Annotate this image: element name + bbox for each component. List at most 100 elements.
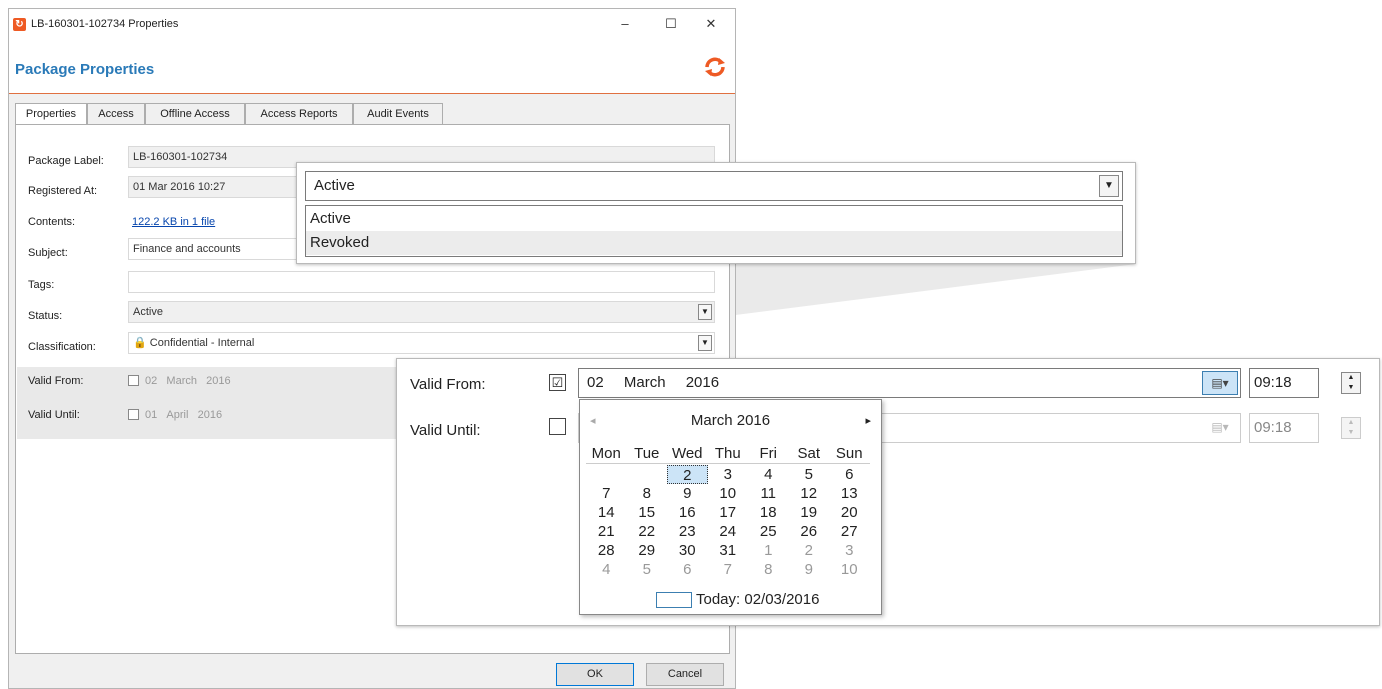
- calendar-day[interactable]: 30: [667, 541, 708, 560]
- classification-value: Confidential - Internal: [149, 337, 255, 349]
- tab-offline-access[interactable]: Offline Access: [145, 103, 245, 124]
- today-marker-icon: [656, 592, 692, 609]
- valid-from-checkbox-zoomed[interactable]: ☑: [549, 374, 566, 391]
- from-time-spinner[interactable]: ▲ ▼: [1341, 372, 1361, 394]
- calendar-day[interactable]: 4: [586, 560, 627, 579]
- calendar-week-row: 28 29 30 31 1 2 3: [586, 541, 870, 560]
- calendar-day[interactable]: 7: [586, 484, 627, 503]
- package-icon: ↻: [13, 18, 26, 31]
- chevron-down-icon[interactable]: ▼: [1099, 175, 1119, 197]
- calendar-day[interactable]: 23: [667, 522, 708, 541]
- calendar-day[interactable]: 26: [789, 522, 830, 541]
- maximize-button[interactable]: ☐: [657, 13, 685, 35]
- calendar-day[interactable]: 3: [708, 465, 749, 484]
- calendar-day[interactable]: 19: [789, 503, 830, 522]
- tab-properties[interactable]: Properties: [15, 103, 87, 126]
- valid-from-date-picker[interactable]: 02 March 2016 ▤▾: [578, 368, 1241, 398]
- from-month[interactable]: March: [624, 374, 666, 391]
- calendar-day[interactable]: 15: [627, 503, 668, 522]
- registered-at-label: Registered At:: [28, 185, 98, 197]
- calendar-day[interactable]: 5: [627, 560, 668, 579]
- calendar-day[interactable]: 31: [708, 541, 749, 560]
- calendar-week-row: 14 15 16 17 18 19 20: [586, 503, 870, 522]
- calendar-popup: ◂ March 2016 ▸ MonTueWedThuFriSatSun 002…: [579, 399, 882, 615]
- next-month-icon[interactable]: ▸: [865, 414, 871, 427]
- dialog-header: Package Properties: [9, 41, 735, 94]
- calendar-day[interactable]: 22: [627, 522, 668, 541]
- status-select[interactable]: Active ▼: [128, 301, 715, 323]
- valid-from-time[interactable]: 09:18: [1249, 368, 1319, 398]
- minimize-button[interactable]: –: [611, 13, 639, 35]
- chevron-down-icon[interactable]: ▼: [698, 304, 712, 320]
- today-link[interactable]: Today: 02/03/2016: [656, 591, 819, 609]
- calendar-day[interactable]: 8: [748, 560, 789, 579]
- status-dropdown-zoom: Active ▼ Active Revoked: [296, 162, 1136, 264]
- calendar-day[interactable]: 28: [586, 541, 627, 560]
- calendar-day[interactable]: 6: [829, 465, 870, 484]
- status-label: Status:: [28, 310, 63, 322]
- classification-select[interactable]: 🔒 Confidential - Internal ▼: [128, 332, 715, 354]
- tags-input[interactable]: [128, 271, 715, 293]
- calendar-week-row: 7 8 9 10 11 12 13: [586, 484, 870, 503]
- calendar-day[interactable]: 20: [829, 503, 870, 522]
- valid-from-checkbox[interactable]: [128, 375, 139, 386]
- tab-audit-events[interactable]: Audit Events: [353, 103, 443, 124]
- subject-label: Subject:: [28, 247, 68, 259]
- calendar-icon[interactable]: ▤▾: [1202, 371, 1238, 395]
- weekday-sat: Sat: [797, 445, 820, 462]
- cancel-button[interactable]: Cancel: [646, 663, 724, 686]
- calendar-icon: ▤▾: [1211, 420, 1229, 434]
- calendar-day[interactable]: 14: [586, 503, 627, 522]
- close-button[interactable]: ✕: [697, 13, 725, 35]
- calendar-day[interactable]: 3: [829, 541, 870, 560]
- calendar-day[interactable]: 10: [708, 484, 749, 503]
- status-option-active[interactable]: Active: [306, 207, 1122, 231]
- weekday-wed: Wed: [671, 445, 703, 462]
- from-day[interactable]: 02: [587, 374, 604, 391]
- calendar-day[interactable]: 8: [627, 484, 668, 503]
- status-value: Active: [133, 306, 163, 318]
- calendar-day[interactable]: 6: [667, 560, 708, 579]
- ok-button[interactable]: OK: [556, 663, 634, 686]
- calendar-day[interactable]: 25: [748, 522, 789, 541]
- calendar-day[interactable]: 9: [789, 560, 830, 579]
- calendar-day[interactable]: 12: [789, 484, 830, 503]
- valid-until-checkbox-zoomed[interactable]: [549, 418, 566, 435]
- status-options-list: Active Revoked: [305, 205, 1123, 257]
- status-combo-zoomed[interactable]: Active ▼: [305, 171, 1123, 201]
- weekday-header: Mon Tue Wed Thu Fri Sat Sun: [586, 444, 870, 464]
- valid-from-label-zoomed: Valid From:: [410, 376, 486, 393]
- calendar-day[interactable]: 5: [789, 465, 830, 484]
- calendar-day[interactable]: 9: [667, 484, 708, 503]
- calendar-day[interactable]: 7: [708, 560, 749, 579]
- chevron-down-icon[interactable]: ▼: [698, 335, 712, 351]
- calendar-month-title[interactable]: March 2016: [580, 412, 881, 429]
- calendar-day-selected[interactable]: 2: [667, 465, 708, 484]
- tab-access[interactable]: Access: [87, 103, 145, 124]
- calendar-day[interactable]: 18: [748, 503, 789, 522]
- calendar-day[interactable]: 1: [748, 541, 789, 560]
- calendar-day[interactable]: 21: [586, 522, 627, 541]
- tab-access-reports[interactable]: Access Reports: [245, 103, 353, 124]
- valid-until-label-zoomed: Valid Until:: [410, 422, 481, 439]
- calendar-day[interactable]: 10: [829, 560, 870, 579]
- calendar-day[interactable]: 2: [789, 541, 830, 560]
- calendar-day[interactable]: 11: [748, 484, 789, 503]
- valid-from-date[interactable]: 02 March 2016: [145, 375, 231, 387]
- calendar-day[interactable]: 29: [627, 541, 668, 560]
- calendar-day[interactable]: 17: [708, 503, 749, 522]
- status-option-revoked[interactable]: Revoked: [306, 231, 1122, 255]
- contents-label: Contents:: [28, 216, 76, 228]
- calendar-week-row: 4 5 6 7 8 9 10: [586, 560, 870, 579]
- valid-until-checkbox[interactable]: [128, 409, 139, 420]
- contents-link[interactable]: 122.2 KB in 1 file: [132, 216, 215, 228]
- calendar-day[interactable]: 16: [667, 503, 708, 522]
- package-label-label: Package Label:: [28, 155, 104, 167]
- calendar-day[interactable]: 27: [829, 522, 870, 541]
- valid-until-date[interactable]: 01 April 2016: [145, 409, 222, 421]
- calendar-day[interactable]: 24: [708, 522, 749, 541]
- from-year[interactable]: 2016: [686, 374, 719, 391]
- until-time-spinner: ▲ ▼: [1341, 417, 1361, 439]
- calendar-day[interactable]: 4: [748, 465, 789, 484]
- calendar-day[interactable]: 13: [829, 484, 870, 503]
